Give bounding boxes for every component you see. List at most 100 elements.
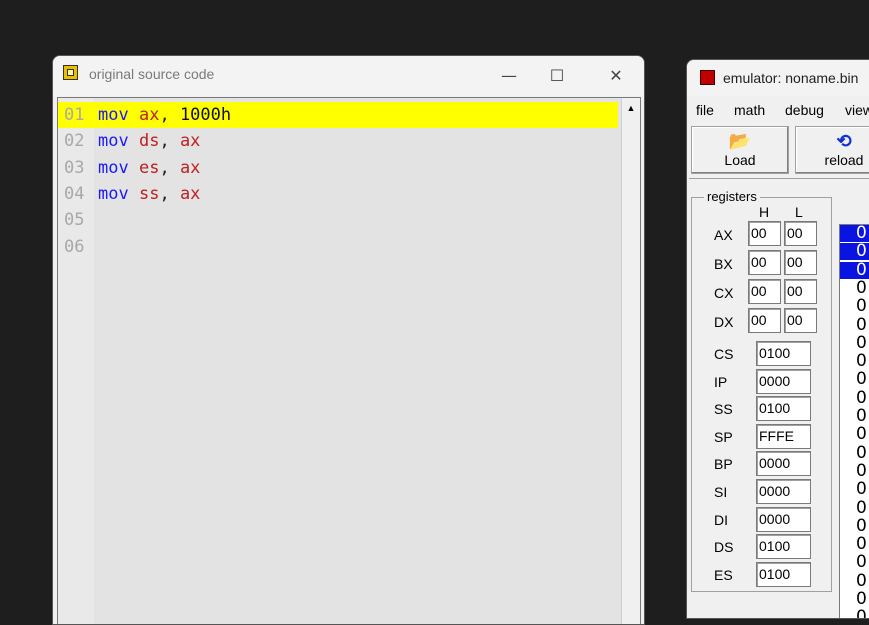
register-ss-value[interactable]: 0100: [756, 396, 811, 422]
code-token-kw: mov: [98, 105, 129, 125]
memory-row[interactable]: 0: [840, 444, 869, 462]
code-token-reg: ax: [179, 131, 201, 152]
code-token-reg: ax: [138, 105, 160, 125]
memory-row[interactable]: 0: [840, 609, 869, 618]
emulator-window: emulator: noname.bin file math debug vie…: [686, 59, 869, 619]
register-dx-low[interactable]: 00: [784, 308, 817, 333]
code-token-punc: ,: [159, 131, 180, 152]
close-button[interactable]: ✕: [596, 62, 636, 88]
memory-row[interactable]: 0: [840, 517, 869, 535]
source-code-window: original source code — ☐ ✕ 01 mov ax, 100…: [52, 55, 645, 625]
scroll-up-icon[interactable]: ▲: [622, 98, 640, 118]
register-es-value[interactable]: 0100: [756, 561, 811, 587]
code-line[interactable]: 06: [58, 234, 618, 260]
code-token-sp: [129, 131, 139, 151]
memory-row[interactable]: 0: [840, 353, 869, 370]
register-ip-value[interactable]: 0000: [756, 368, 811, 394]
reload-button[interactable]: ⟲ reload: [795, 126, 869, 174]
memory-row[interactable]: 0: [840, 426, 869, 443]
code-editor[interactable]: 01 mov ax, 1000h 02 mov ds, ax 03 mov es, ax 0…: [57, 97, 641, 624]
low-byte-header: L: [795, 204, 803, 220]
line-number: 06: [64, 236, 85, 257]
register-bp-value[interactable]: 0000: [756, 451, 811, 477]
code-text: mov ss, ax: [98, 181, 200, 207]
memory-row[interactable]: 0: [840, 261, 869, 279]
app-icon: [63, 65, 78, 80]
code-line[interactable]: 01 mov ax, 1000h: [58, 102, 618, 128]
register-ds-value[interactable]: 0100: [756, 534, 811, 560]
memory-row[interactable]: 0: [840, 298, 869, 315]
register-si-value[interactable]: 0000: [756, 479, 811, 504]
register-name-es: ES: [714, 566, 733, 583]
code-token-sp: [129, 105, 139, 125]
register-name-sp: SP: [714, 428, 733, 445]
code-text: mov ds, ax: [98, 128, 200, 154]
memory-row[interactable]: 0: [840, 536, 869, 553]
code-line[interactable]: 03 mov es, ax: [58, 155, 618, 181]
memory-row[interactable]: 0: [840, 316, 869, 334]
register-cs-value[interactable]: 0100: [756, 341, 811, 366]
register-cx-high[interactable]: 00: [748, 279, 781, 304]
register-name-ss: SS: [714, 401, 733, 418]
load-button[interactable]: 📂 Load: [691, 126, 789, 174]
code-token-reg: ax: [179, 183, 201, 204]
memory-row[interactable]: 0: [840, 225, 869, 242]
open-folder-icon: 📂: [728, 131, 752, 151]
code-line[interactable]: 02 mov ds, ax: [58, 128, 618, 154]
register-ax-low[interactable]: 00: [784, 221, 817, 246]
code-line[interactable]: 04 mov ss, ax: [58, 181, 618, 207]
memory-row[interactable]: 0: [840, 408, 869, 425]
memory-row[interactable]: 0: [840, 371, 869, 388]
register-name-ax: AX: [714, 227, 733, 243]
registers-legend: registers: [704, 189, 760, 204]
memory-row[interactable]: 0: [840, 481, 869, 498]
register-dx-high[interactable]: 00: [748, 308, 781, 333]
register-bx-high[interactable]: 00: [748, 250, 781, 275]
memory-row[interactable]: 0: [840, 334, 869, 352]
vertical-scrollbar[interactable]: ▲: [621, 98, 640, 624]
reload-button-label: reload: [824, 152, 864, 168]
menu-debug[interactable]: debug: [785, 102, 824, 118]
register-name-bp: BP: [714, 456, 733, 473]
register-name-ip: IP: [714, 373, 728, 390]
register-di-value[interactable]: 0000: [756, 506, 811, 532]
emulator-window-title: emulator: noname.bin: [723, 70, 859, 86]
maximize-button[interactable]: ☐: [537, 62, 577, 88]
memory-row[interactable]: 0: [840, 572, 869, 590]
menu-file[interactable]: file: [696, 102, 714, 118]
code-token-reg: es: [138, 157, 160, 178]
reload-icon: ⟲: [836, 131, 852, 151]
registers-group: registers H L AX 00 00 BX 00 00 CX 00 00 DX 00 00 C…: [691, 189, 832, 592]
source-window-title: original source code: [89, 66, 215, 82]
code-token-kw: mov: [98, 131, 129, 152]
code-token-punc: ,: [159, 157, 180, 178]
code-text: mov es, ax: [98, 155, 200, 181]
line-number: 04: [64, 183, 85, 204]
menu-view[interactable]: view: [845, 102, 869, 118]
memory-row[interactable]: 0: [840, 499, 869, 517]
memory-row[interactable]: 0: [840, 554, 869, 571]
memory-row[interactable]: 0: [840, 243, 869, 261]
high-byte-header: H: [759, 204, 770, 220]
code-token-kw: mov: [98, 157, 129, 178]
memory-row[interactable]: 0: [840, 591, 869, 608]
menu-math[interactable]: math: [734, 102, 765, 118]
code-line[interactable]: 05: [58, 207, 618, 233]
memory-row[interactable]: 0: [840, 279, 869, 297]
register-sp-value[interactable]: FFFE: [756, 423, 811, 449]
register-cx-low[interactable]: 00: [784, 279, 817, 304]
memory-list[interactable]: 0000000000000000000000: [839, 224, 869, 618]
code-token-kw: mov: [98, 183, 129, 204]
memory-row[interactable]: 0: [840, 462, 869, 480]
code-token-punc: ,: [159, 105, 180, 125]
code-token-reg: ax: [179, 157, 201, 178]
emulator-titlebar[interactable]: emulator: noname.bin: [687, 60, 869, 96]
load-button-label: Load: [724, 152, 756, 168]
register-ax-high[interactable]: 00: [748, 221, 781, 246]
code-token-punc: ,: [159, 183, 180, 204]
register-bx-low[interactable]: 00: [784, 250, 817, 275]
minimize-button[interactable]: —: [489, 62, 529, 88]
source-window-titlebar[interactable]: original source code — ☐ ✕: [53, 56, 644, 96]
code-text: mov ax, 1000h: [98, 102, 231, 128]
memory-row[interactable]: 0: [840, 389, 869, 407]
